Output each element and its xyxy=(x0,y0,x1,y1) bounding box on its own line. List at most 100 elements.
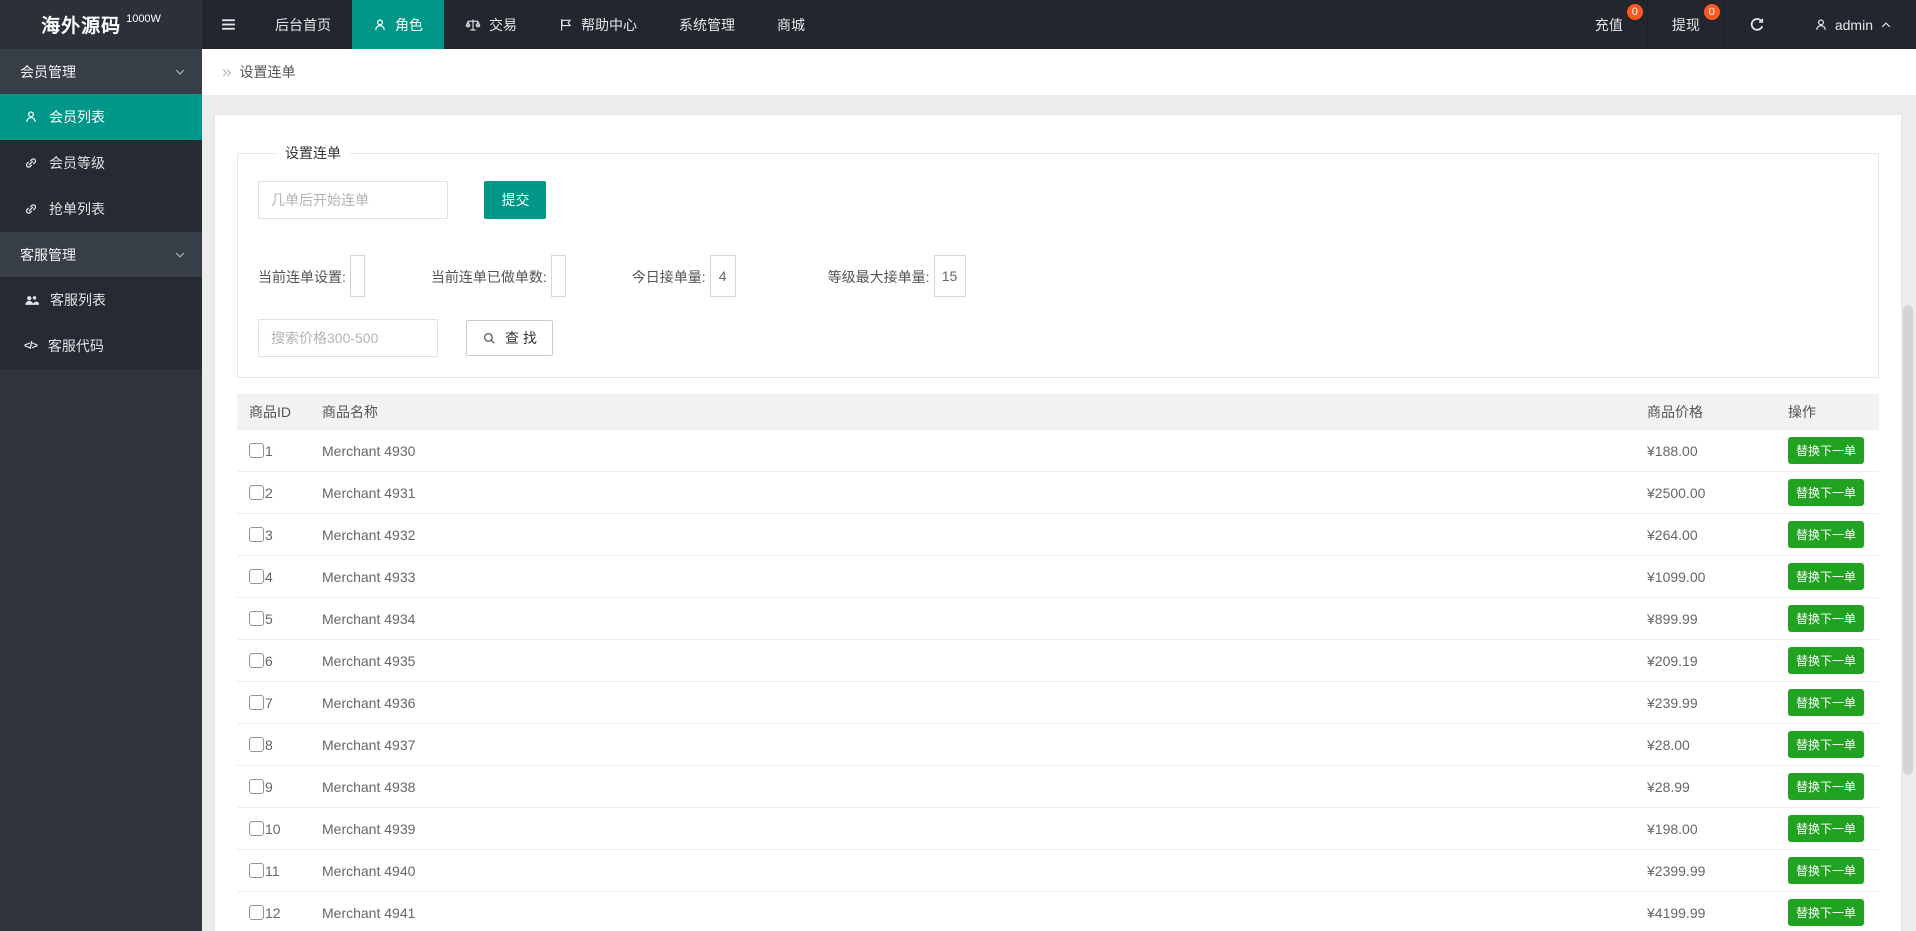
replace-next-order-button[interactable]: 替换下一单 xyxy=(1788,773,1865,800)
scales-icon xyxy=(465,17,481,33)
sidebar-item-member-level[interactable]: 会员等级 xyxy=(0,140,202,186)
header-product-price: 商品价格 xyxy=(1647,404,1703,420)
product-price: ¥198.00 xyxy=(1647,820,1698,837)
row-checkbox[interactable] xyxy=(249,443,264,458)
replace-next-order-button[interactable]: 替换下一单 xyxy=(1788,479,1865,506)
menu-item-mall[interactable]: 商城 xyxy=(756,0,826,49)
row-checkbox[interactable] xyxy=(249,611,264,626)
flag-icon xyxy=(559,18,573,32)
header-product-id: 商品ID xyxy=(249,404,291,420)
product-name: Merchant 4938 xyxy=(322,778,416,795)
row-checkbox[interactable] xyxy=(249,905,264,920)
product-id: 9 xyxy=(265,778,273,795)
stat-today-orders: 今日接单量: 4 xyxy=(632,255,736,297)
table-header: 商品ID 商品名称 商品价格 操作 xyxy=(237,394,1879,430)
product-name: Merchant 4934 xyxy=(322,610,416,627)
chain-start-input[interactable] xyxy=(258,181,448,219)
link-icon xyxy=(24,156,38,170)
chevron-up-icon xyxy=(1880,19,1892,31)
search-button[interactable]: 查 找 xyxy=(466,320,553,356)
link-icon xyxy=(24,202,38,216)
menu-item-system[interactable]: 系统管理 xyxy=(658,0,756,49)
menu-item-trade[interactable]: 交易 xyxy=(444,0,538,49)
product-price: ¥2399.99 xyxy=(1647,862,1706,879)
product-id: 12 xyxy=(265,904,281,921)
stats-row: 当前连单设置: 当前连单已做单数: 今日接单量: 4 等级最大接单量: 15 xyxy=(258,255,1858,297)
row-checkbox[interactable] xyxy=(249,695,264,710)
table-row: 9 Merchant 4938 ¥28.99 替换下一单 xyxy=(237,766,1879,808)
double-chevron-icon: » xyxy=(222,62,232,81)
replace-next-order-button[interactable]: 替换下一单 xyxy=(1788,815,1865,842)
chevron-down-icon xyxy=(174,249,186,261)
stat-value-box[interactable]: 15 xyxy=(933,255,966,297)
row-checkbox[interactable] xyxy=(249,569,264,584)
product-name: Merchant 4939 xyxy=(322,820,416,837)
sidebar-item-member-list[interactable]: 会员列表 xyxy=(0,94,202,140)
submit-button[interactable]: 提交 xyxy=(484,181,547,219)
row-checkbox[interactable] xyxy=(249,821,264,836)
hamburger-menu-button[interactable] xyxy=(202,0,254,49)
row-checkbox[interactable] xyxy=(249,863,264,878)
stat-chain-orders-done: 当前连单已做单数: xyxy=(431,255,566,297)
scrollbar-thumb[interactable] xyxy=(1903,305,1913,775)
row-checkbox[interactable] xyxy=(249,527,264,542)
product-table: 商品ID 商品名称 商品价格 操作 1 Merchant 4930 ¥188.0… xyxy=(237,394,1879,931)
product-name: Merchant 4932 xyxy=(322,526,416,543)
sidebar-item-support-code[interactable]: </> 客服代码 xyxy=(0,323,202,369)
price-search-input[interactable] xyxy=(258,319,438,357)
replace-next-order-button[interactable]: 替换下一单 xyxy=(1788,437,1865,464)
withdraw-button[interactable]: 提现 0 xyxy=(1646,0,1724,49)
menu-item-help-center[interactable]: 帮助中心 xyxy=(538,0,658,49)
product-price: ¥28.99 xyxy=(1647,778,1690,795)
users-icon xyxy=(24,293,39,308)
main-menu: 后台首页 角色 交易 帮助中心 系统管理 商城 xyxy=(254,0,826,49)
header-product-name: 商品名称 xyxy=(322,404,378,420)
replace-next-order-button[interactable]: 替换下一单 xyxy=(1788,689,1865,716)
replace-next-order-button[interactable]: 替换下一单 xyxy=(1788,731,1865,758)
app-title: 海外源码 xyxy=(41,16,122,37)
product-name: Merchant 4930 xyxy=(322,442,416,459)
menu-item-dashboard[interactable]: 后台首页 xyxy=(254,0,352,49)
replace-next-order-button[interactable]: 替换下一单 xyxy=(1788,899,1865,926)
product-id: 3 xyxy=(265,526,273,543)
replace-next-order-button[interactable]: 替换下一单 xyxy=(1788,647,1865,674)
product-id: 5 xyxy=(265,610,273,627)
stat-value-box[interactable]: 4 xyxy=(709,255,736,297)
menu-item-roles[interactable]: 角色 xyxy=(352,0,444,49)
product-name: Merchant 4936 xyxy=(322,694,416,711)
replace-next-order-button[interactable]: 替换下一单 xyxy=(1788,563,1865,590)
table-row: 6 Merchant 4935 ¥209.19 替换下一单 xyxy=(237,640,1879,682)
product-price: ¥188.00 xyxy=(1647,442,1698,459)
table-row: 10 Merchant 4939 ¥198.00 替换下一单 xyxy=(237,808,1879,850)
sidebar-group-member-management[interactable]: 会员管理 xyxy=(0,49,202,94)
replace-next-order-button[interactable]: 替换下一单 xyxy=(1788,857,1865,884)
stat-value-box[interactable] xyxy=(550,255,566,297)
search-row: 查 找 xyxy=(258,319,1858,357)
stat-max-level-orders: 等级最大接单量: 15 xyxy=(828,255,966,297)
row-checkbox[interactable] xyxy=(249,485,264,500)
app-title-badge: 1000W xyxy=(126,12,161,25)
product-price: ¥264.00 xyxy=(1647,526,1698,543)
user-menu[interactable]: admin xyxy=(1788,0,1916,49)
refresh-button[interactable] xyxy=(1723,0,1789,49)
row-checkbox[interactable] xyxy=(249,653,264,668)
recharge-button[interactable]: 充值 0 xyxy=(1569,0,1647,49)
search-icon xyxy=(482,331,497,346)
stat-value-box[interactable] xyxy=(349,255,365,297)
table-row: 1 Merchant 4930 ¥188.00 替换下一单 xyxy=(237,430,1879,472)
username: admin xyxy=(1834,16,1873,33)
person-icon xyxy=(373,18,387,32)
sidebar-group-support-management[interactable]: 客服管理 xyxy=(0,232,202,277)
stat-current-chain-setting: 当前连单设置: xyxy=(258,255,365,297)
chain-setting-row: 提交 xyxy=(258,181,1858,219)
row-checkbox[interactable] xyxy=(249,737,264,752)
row-checkbox[interactable] xyxy=(249,779,264,794)
product-name: Merchant 4935 xyxy=(322,652,416,669)
product-name: Merchant 4940 xyxy=(322,862,416,879)
product-name: Merchant 4937 xyxy=(322,736,416,753)
replace-next-order-button[interactable]: 替换下一单 xyxy=(1788,521,1865,548)
replace-next-order-button[interactable]: 替换下一单 xyxy=(1788,605,1865,632)
product-id: 11 xyxy=(265,862,280,879)
sidebar-item-grab-order-list[interactable]: 抢单列表 xyxy=(0,186,202,232)
sidebar-item-support-list[interactable]: 客服列表 xyxy=(0,277,202,323)
